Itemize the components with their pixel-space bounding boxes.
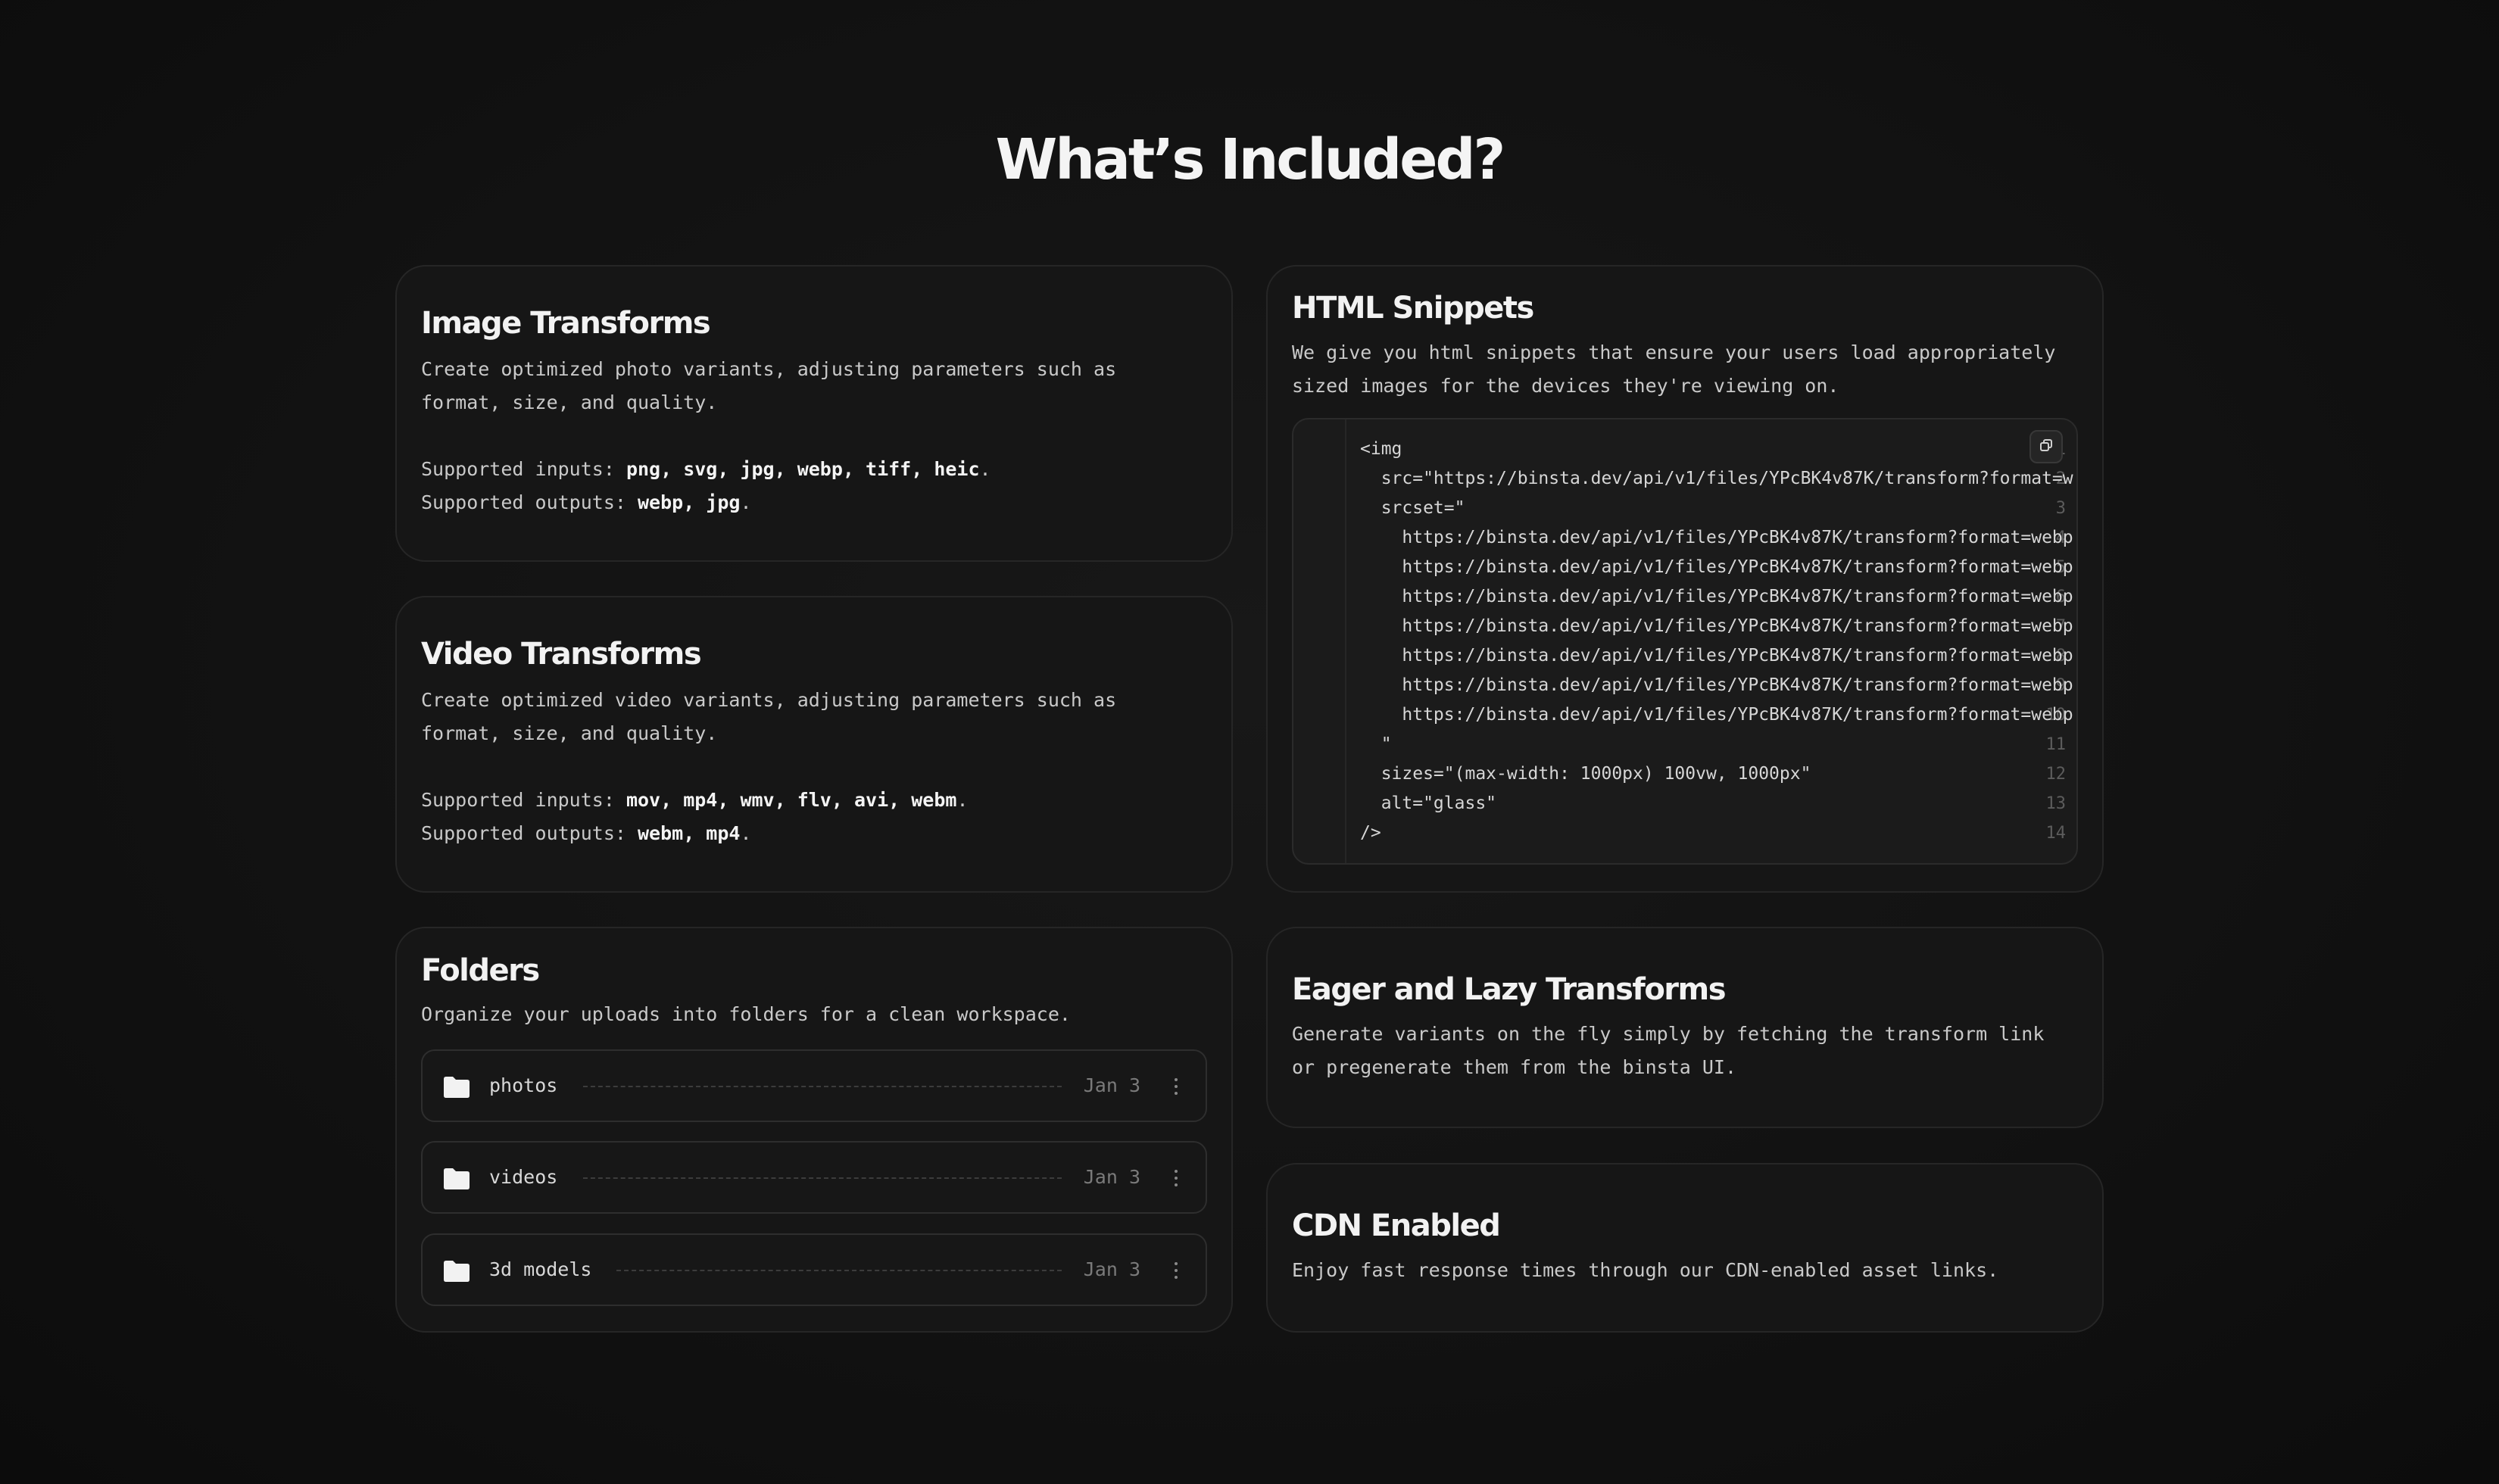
more-vertical-icon[interactable] <box>1174 1262 1178 1280</box>
folders-card: Folders Organize your uploads into folde… <box>395 927 1233 1333</box>
dashed-divider <box>616 1270 1062 1271</box>
folder-name: videos <box>489 1166 558 1188</box>
code-line: sizes="(max-width: 1000px) 100vw, 1000px… <box>1360 764 1811 784</box>
copy-button[interactable] <box>2029 430 2063 463</box>
page-title: What’s Included? <box>995 127 1506 192</box>
code-line: https://binsta.dev/api/v1/files/YPcBK4v8… <box>1360 587 2073 606</box>
line-number: 14 <box>2045 824 2067 843</box>
inputs-label: Supported inputs: <box>421 789 626 811</box>
code-line: srcset=" <box>1360 498 1465 518</box>
eager-lazy-title: Eager and Lazy Transforms <box>1292 972 1727 1007</box>
image-transforms-card: Image Transforms Create optimized photo … <box>395 265 1233 562</box>
code-line: https://binsta.dev/api/v1/files/YPcBK4v8… <box>1360 646 2073 666</box>
code-block: 1234567891011121314 <img src="https://bi… <box>1292 418 2078 865</box>
outputs-label: Supported outputs: <box>421 491 638 513</box>
video-supported-outputs: Supported outputs: webm, mp4. <box>421 822 752 844</box>
dashed-divider <box>583 1086 1062 1087</box>
outputs-value: webm, mp4 <box>637 822 741 844</box>
folders-desc: Organize your uploads into folders for a… <box>421 1003 1071 1025</box>
video-transforms-title: Video Transforms <box>421 637 702 672</box>
more-vertical-icon[interactable] <box>1174 1170 1178 1188</box>
code-line: src="https://binsta.dev/api/v1/files/YPc… <box>1360 469 2073 488</box>
image-transforms-title: Image Transforms <box>421 306 711 341</box>
line-number-gutter <box>1293 419 1346 863</box>
folder-row-3d-models[interactable]: 3d models Jan 3 <box>421 1233 1207 1306</box>
code-line: https://binsta.dev/api/v1/files/YPcBK4v8… <box>1360 616 2073 636</box>
folder-date: Jan 3 <box>1083 1074 1140 1096</box>
inputs-label: Supported inputs: <box>421 458 626 480</box>
line-number: 11 <box>2045 735 2067 754</box>
folder-row-photos[interactable]: photos Jan 3 <box>421 1049 1207 1122</box>
line-number: 3 <box>2055 499 2066 518</box>
html-snippets-desc: We give you html snippets that ensure yo… <box>1292 341 2056 397</box>
outputs-label: Supported outputs: <box>421 822 638 844</box>
folder-row-videos[interactable]: videos Jan 3 <box>421 1141 1207 1214</box>
html-snippets-title: HTML Snippets <box>1292 291 1534 326</box>
folder-icon <box>442 1168 471 1194</box>
folder-name: photos <box>489 1074 558 1096</box>
code-line: https://binsta.dev/api/v1/files/YPcBK4v8… <box>1360 705 2073 725</box>
code-line: https://binsta.dev/api/v1/files/YPcBK4v8… <box>1360 557 2073 577</box>
code-line: /> <box>1360 823 1381 843</box>
image-supported-outputs: Supported outputs: webp, jpg. <box>421 491 752 513</box>
dashed-divider <box>583 1177 1062 1179</box>
folder-icon <box>442 1076 471 1102</box>
image-transforms-desc: Create optimized photo variants, adjusti… <box>421 358 1117 413</box>
folder-icon <box>442 1260 471 1286</box>
folder-date: Jan 3 <box>1083 1166 1140 1188</box>
image-supported-inputs: Supported inputs: png, svg, jpg, webp, t… <box>421 458 991 480</box>
outputs-value: webp, jpg <box>637 491 741 513</box>
line-number: 12 <box>2045 765 2067 784</box>
code-line: alt="glass" <box>1360 793 1497 813</box>
code-line: https://binsta.dev/api/v1/files/YPcBK4v8… <box>1360 528 2073 547</box>
video-supported-inputs: Supported inputs: mov, mp4, wmv, flv, av… <box>421 789 969 811</box>
cdn-desc: Enjoy fast response times through our CD… <box>1292 1259 1999 1281</box>
inputs-value: png, svg, jpg, webp, tiff, heic <box>626 458 980 480</box>
folder-date: Jan 3 <box>1083 1258 1140 1280</box>
more-vertical-icon[interactable] <box>1174 1078 1178 1096</box>
inputs-value: mov, mp4, wmv, flv, avi, webm <box>626 789 957 811</box>
cdn-card: CDN Enabled Enjoy fast response times th… <box>1266 1163 2104 1333</box>
html-snippets-card: HTML Snippets We give you html snippets … <box>1266 265 2104 893</box>
code-line: https://binsta.dev/api/v1/files/YPcBK4v8… <box>1360 675 2073 695</box>
video-transforms-card: Video Transforms Create optimized video … <box>395 596 1233 893</box>
eager-lazy-desc: Generate variants on the fly simply by f… <box>1292 1023 2045 1078</box>
video-transforms-desc: Create optimized video variants, adjusti… <box>421 689 1117 744</box>
copy-icon <box>2039 438 2053 456</box>
cdn-title: CDN Enabled <box>1292 1208 1501 1243</box>
line-number: 13 <box>2045 794 2067 813</box>
eager-lazy-card: Eager and Lazy Transforms Generate varia… <box>1266 927 2104 1128</box>
folders-title: Folders <box>421 953 540 988</box>
code-line: " <box>1360 734 1392 754</box>
folder-name: 3d models <box>489 1258 592 1280</box>
code-line: <img <box>1360 439 1402 459</box>
